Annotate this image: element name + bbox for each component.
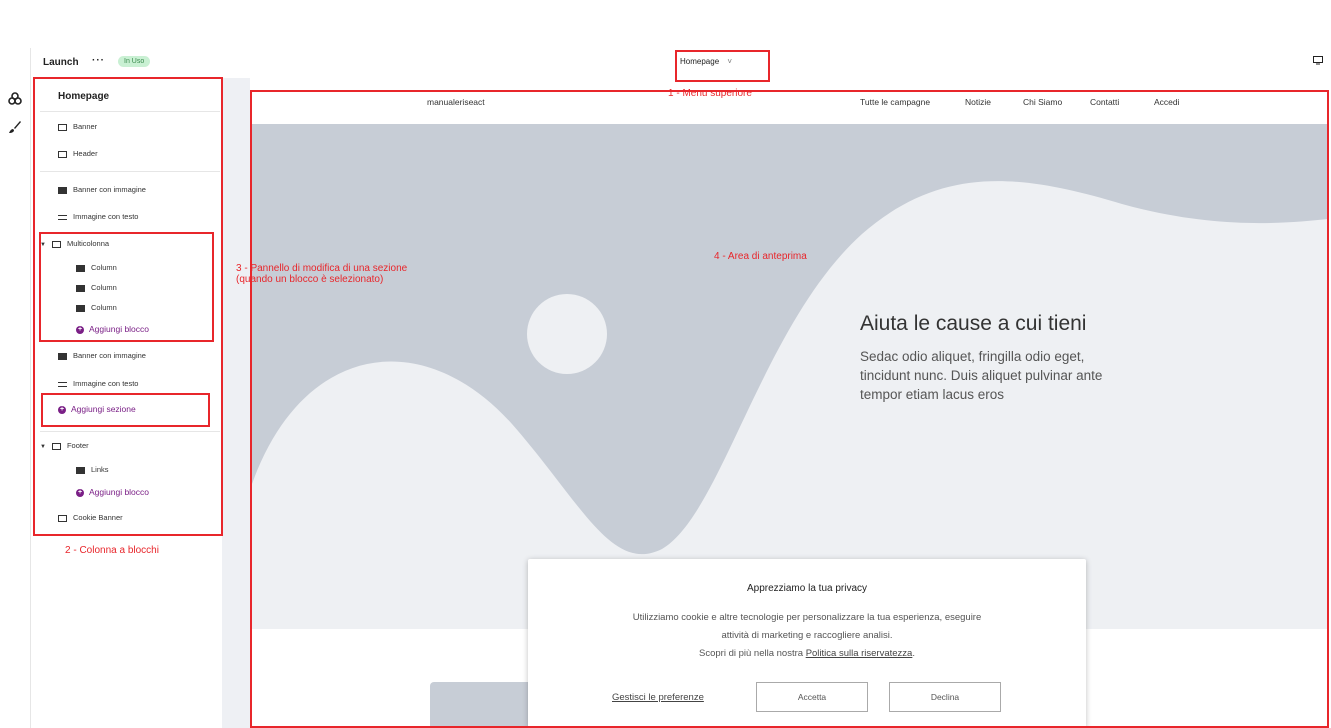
site-name[interactable]: Launch [43,57,79,68]
annotation-box-section-panel [39,232,214,342]
brush-icon[interactable] [6,120,24,138]
sections-icon[interactable] [6,92,24,110]
annotation-box-top-menu [675,50,770,82]
annotation-box-add-section [41,393,210,427]
monitor-icon[interactable] [1313,56,1323,68]
panel-gutter [222,78,250,728]
more-options-icon[interactable]: ··· [92,55,105,66]
status-badge: In Uso [118,56,151,67]
top-bar [0,48,1331,78]
annotation-preview: 4 - Area di anteprima [714,251,807,262]
annotation-block-column: 2 - Colonna a blocchi [65,545,159,556]
annotation-box-preview [250,90,1329,728]
left-rail [0,48,31,728]
